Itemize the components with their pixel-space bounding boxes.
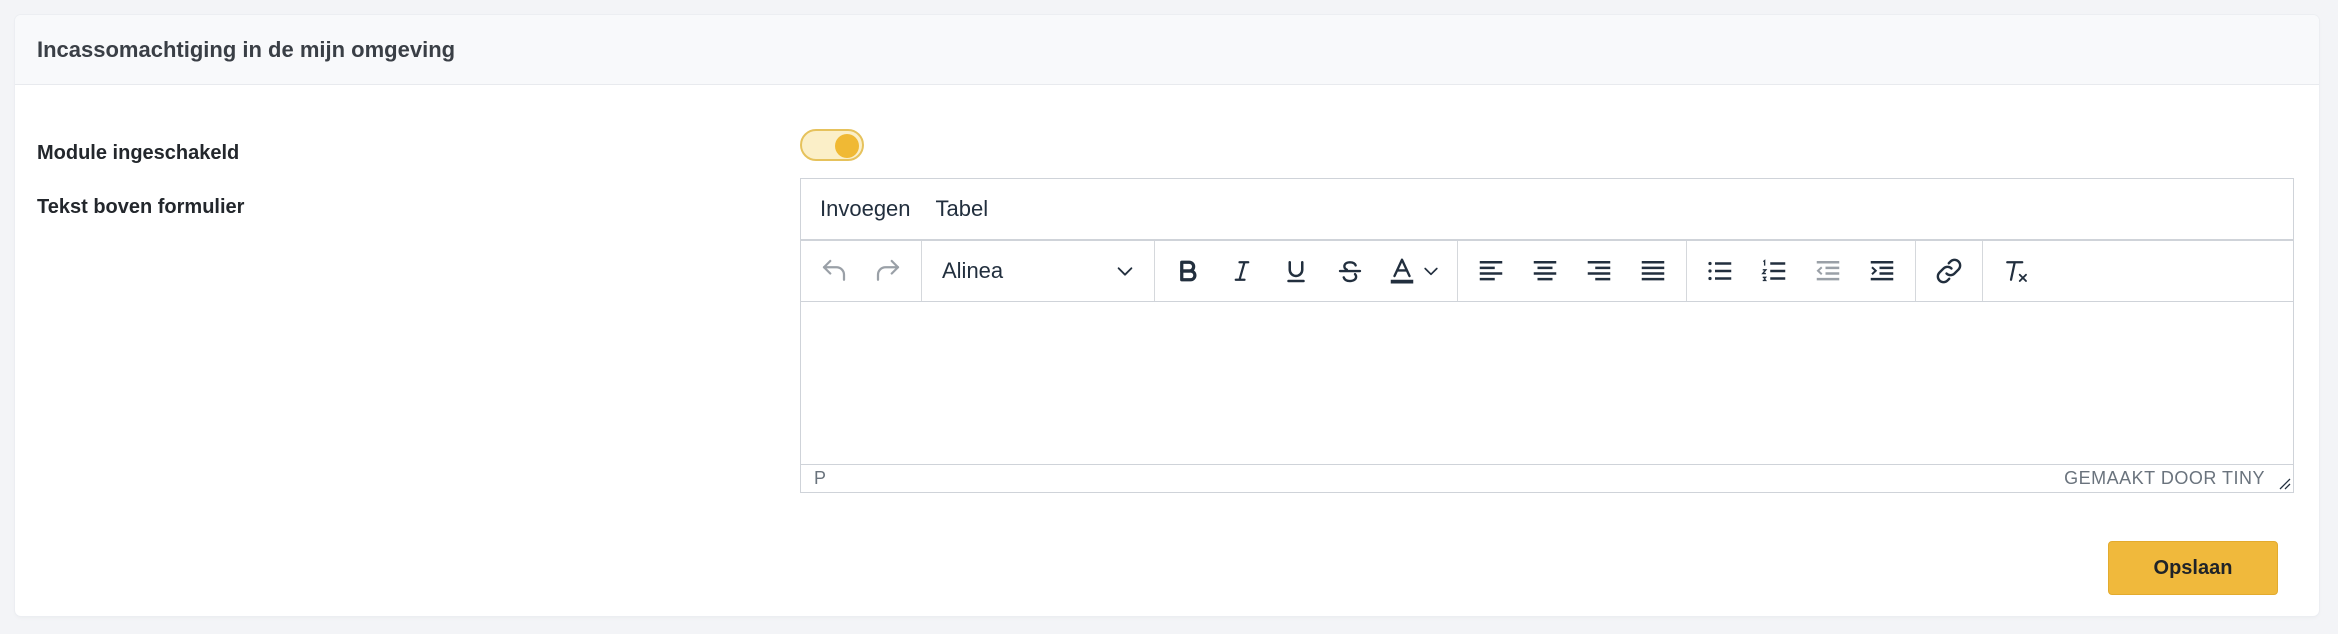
- redo-icon: [876, 259, 900, 281]
- text-color-icon: [1390, 258, 1414, 284]
- insert-link-button[interactable]: [1922, 248, 1976, 294]
- editor-statusbar: P GEMAAKT DOOR TINY: [801, 464, 2293, 492]
- clear-formatting-button[interactable]: [1989, 248, 2043, 294]
- strikethrough-button[interactable]: [1323, 248, 1377, 294]
- menu-table[interactable]: Tabel: [936, 196, 989, 222]
- indent-button[interactable]: [1855, 248, 1909, 294]
- menu-insert[interactable]: Invoegen: [820, 196, 911, 222]
- redo-button[interactable]: [861, 248, 915, 294]
- align-center-button[interactable]: [1518, 248, 1572, 294]
- align-left-button[interactable]: [1464, 248, 1518, 294]
- italic-icon: [1234, 261, 1250, 281]
- tiny-branding-link[interactable]: GEMAAKT DOOR TINY: [2064, 468, 2265, 489]
- module-enabled-label: Module ingeschakeld: [37, 142, 240, 164]
- align-left-icon: [1479, 261, 1503, 281]
- undo-icon: [822, 259, 846, 281]
- block-format-value: Alinea: [942, 258, 1004, 283]
- chevron-down-icon: [1117, 267, 1133, 276]
- card-title: Incassomachtiging in de mijn omgeving: [37, 36, 456, 62]
- link-icon: [1936, 258, 1962, 284]
- bold-button[interactable]: [1161, 248, 1215, 294]
- text-color-button[interactable]: [1377, 248, 1451, 294]
- bullet-list-button[interactable]: [1693, 248, 1747, 294]
- underline-icon: [1287, 261, 1305, 283]
- alignment-group: [1458, 241, 1687, 301]
- editor-toolbar: Alinea: [801, 241, 2293, 302]
- block-format-select[interactable]: Alinea: [928, 248, 1148, 294]
- editor-menubar: Invoegen Tabel: [801, 179, 2293, 241]
- card-header: Incassomachtiging in de mijn omgeving: [15, 15, 2319, 85]
- numbered-list-button[interactable]: [1747, 248, 1801, 294]
- align-justify-icon: [1641, 261, 1665, 281]
- blocks-group: Alinea: [922, 241, 1155, 301]
- numbered-list-icon: [1761, 259, 1786, 282]
- outdent-icon: [1816, 261, 1840, 281]
- align-right-icon: [1587, 261, 1611, 281]
- indent-icon: [1870, 261, 1894, 281]
- element-path[interactable]: P: [814, 468, 826, 489]
- formatting-group: [1155, 241, 1458, 301]
- bullet-list-icon: [1708, 261, 1732, 281]
- strikethrough-icon: [1338, 261, 1362, 283]
- outdent-button[interactable]: [1801, 248, 1855, 294]
- align-center-icon: [1533, 261, 1557, 281]
- rich-text-editor: Invoegen Tabel Alinea P GEMAAKT DOOR TIN…: [800, 178, 2294, 493]
- underline-button[interactable]: [1269, 248, 1323, 294]
- clear-format-group: [1983, 241, 2049, 301]
- clear-formatting-icon: [2006, 261, 2027, 282]
- undo-button[interactable]: [807, 248, 861, 294]
- lists-group: [1687, 241, 1916, 301]
- bold-icon: [1180, 260, 1197, 282]
- save-button[interactable]: Opslaan: [2108, 541, 2278, 595]
- resize-handle-icon[interactable]: [2277, 476, 2291, 490]
- text-above-form-label: Tekst boven formulier: [37, 196, 245, 218]
- editor-content-area[interactable]: [801, 302, 2293, 466]
- italic-button[interactable]: [1215, 248, 1269, 294]
- toggle-knob: [835, 134, 859, 158]
- history-group: [801, 241, 922, 301]
- module-enabled-toggle[interactable]: [800, 129, 864, 161]
- chevron-down-icon: [1424, 267, 1438, 276]
- align-justify-button[interactable]: [1626, 248, 1680, 294]
- link-group: [1916, 241, 1983, 301]
- settings-card: Incassomachtiging in de mijn omgeving Mo…: [15, 15, 2319, 616]
- align-right-button[interactable]: [1572, 248, 1626, 294]
